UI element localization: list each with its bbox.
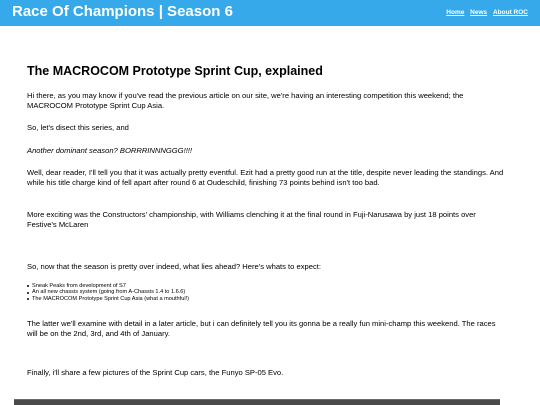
article-paragraph-pictures: Finally, i'll share a few pictures of th… xyxy=(27,368,284,377)
sprint-cup-car-image xyxy=(14,399,500,405)
expectations-list: Sneak Peaks from development of S7 An al… xyxy=(27,283,189,302)
article-paragraph-mini-champ: The latter we'll examine with detail in … xyxy=(27,319,496,338)
site-header: Race Of Champions | Season 6 Home News A… xyxy=(0,0,540,26)
nav-link-about-roc[interactable]: About ROC xyxy=(493,9,528,16)
article-paragraph-whats-ahead: So, now that the season is pretty over i… xyxy=(27,262,321,271)
article-title: The MACROCOM Prototype Sprint Cup, expla… xyxy=(27,64,323,78)
nav-link-home[interactable]: Home xyxy=(446,9,464,16)
article-paragraph-intro: Hi there, as you may know if you've read… xyxy=(27,91,464,110)
article-paragraph-eventful: Well, dear reader, I'll tell you that it… xyxy=(27,168,504,187)
article-paragraph-dominant-season: Another dominant season? BORRRINNNGGG!!!… xyxy=(27,146,193,155)
site-title: Race Of Champions | Season 6 xyxy=(12,3,233,20)
article-paragraph-constructors: More exciting was the Constructors' cham… xyxy=(27,210,476,229)
top-nav: Home News About ROC xyxy=(442,9,528,16)
article-paragraph-disect: So, let's disect this series, and xyxy=(27,123,129,132)
list-item: The MACROCOM Prototype Sprint Cup Asia (… xyxy=(27,296,189,302)
nav-link-news[interactable]: News xyxy=(470,9,487,16)
